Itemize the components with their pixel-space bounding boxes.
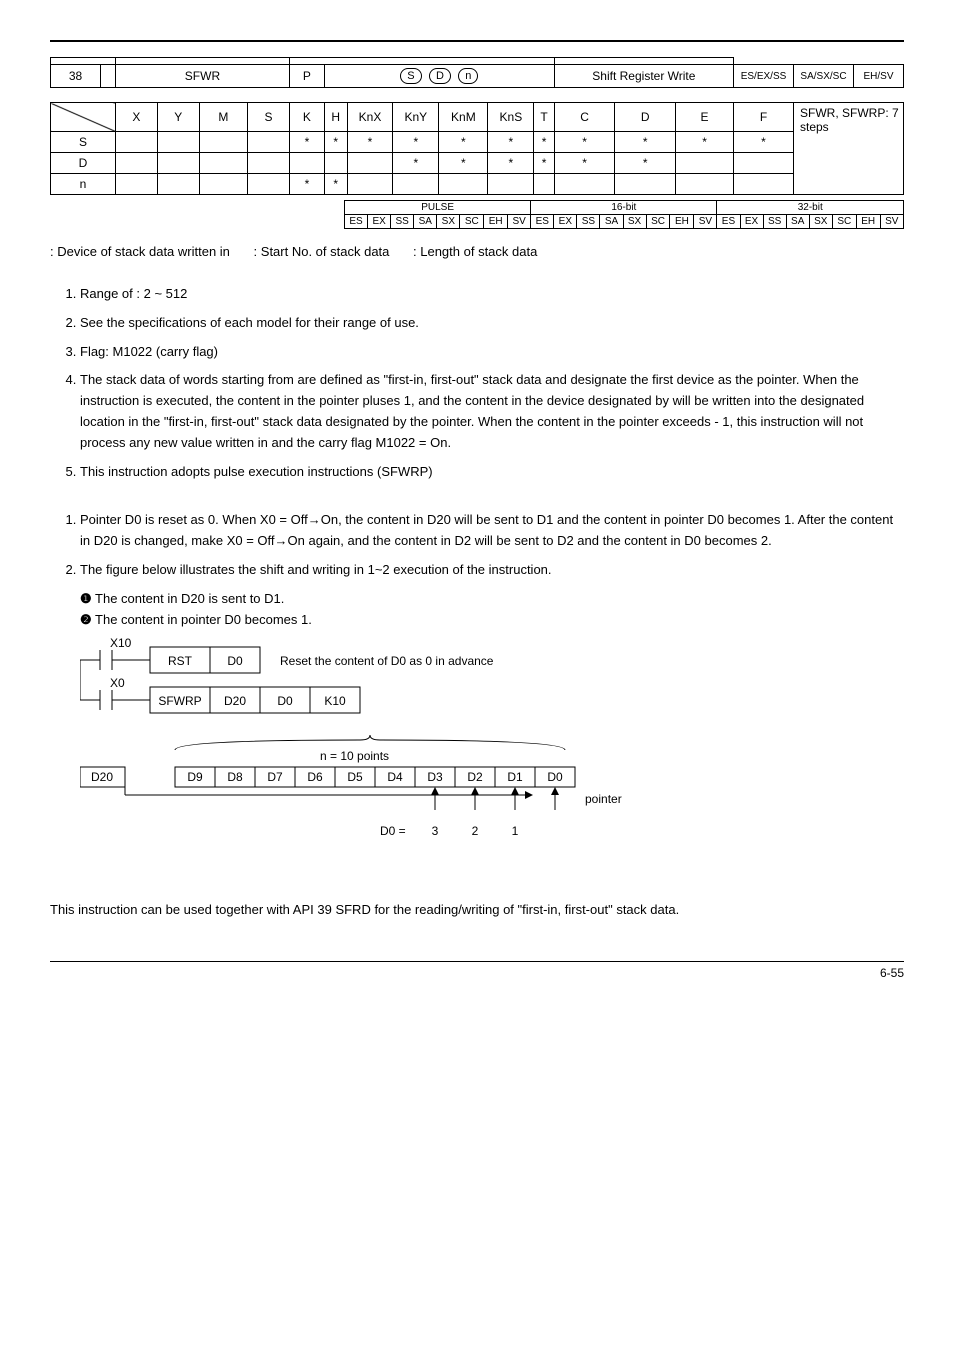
bullet-2: ❷ The content in pointer D0 becomes 1. bbox=[80, 610, 904, 631]
row-D: D ****** bbox=[51, 153, 904, 174]
program-item: Pointer D0 is reset as 0. When X0 = Off→… bbox=[80, 510, 904, 552]
svg-text:D0: D0 bbox=[227, 654, 243, 668]
controller-1: SA/SX/SC bbox=[794, 65, 854, 88]
controller-0: ES/EX/SS bbox=[734, 65, 794, 88]
svg-text:D4: D4 bbox=[387, 770, 403, 784]
steps: SFWR, SFWRP: 7 steps bbox=[794, 103, 904, 195]
bullet-1: ❶ The content in D20 is sent to D1. bbox=[80, 589, 904, 610]
footer: 6-55 bbox=[50, 961, 904, 980]
svg-text:D3: D3 bbox=[427, 770, 443, 784]
svg-text:D5: D5 bbox=[347, 770, 363, 784]
controller-2: EH/SV bbox=[854, 65, 904, 88]
svg-text:D20: D20 bbox=[91, 770, 113, 784]
program-item: The figure below illustrates the shift a… bbox=[80, 560, 904, 581]
svg-text:D20: D20 bbox=[224, 694, 246, 708]
explanations-list: Range of : 2 ~ 512 See the specification… bbox=[50, 284, 904, 482]
svg-text:X10: X10 bbox=[110, 636, 132, 650]
mnemonic: SFWR bbox=[116, 65, 290, 88]
svg-text:D8: D8 bbox=[227, 770, 243, 784]
explanation-item: Flag: M1022 (carry flag) bbox=[80, 342, 904, 363]
top-rule bbox=[50, 40, 904, 42]
svg-text:3: 3 bbox=[432, 824, 439, 838]
svg-text:D0 =: D0 = bbox=[380, 824, 406, 838]
remark: This instruction can be used together wi… bbox=[50, 900, 904, 921]
p-flag: P bbox=[289, 65, 324, 88]
svg-text:pointer: pointer bbox=[585, 792, 622, 806]
api-number: 38 bbox=[51, 65, 101, 88]
instruction-table: 38 SFWR P S D n Shift Register Write ES/… bbox=[50, 57, 904, 195]
svg-text:D2: D2 bbox=[467, 770, 483, 784]
svg-text:D6: D6 bbox=[307, 770, 323, 784]
row-n: n ** bbox=[51, 174, 904, 195]
svg-text:D9: D9 bbox=[187, 770, 203, 784]
bits-table: PULSE 16-bit 32-bit ESEXSSSASXSCEHSV ESE… bbox=[344, 200, 904, 229]
explanation-item: This instruction adopts pulse execution … bbox=[80, 462, 904, 483]
row-S: S *********** bbox=[51, 132, 904, 153]
bit-device-header-row: XYMS KHKnXKnY KnMKnSTC DEF SFWR, SFWRP: … bbox=[51, 103, 904, 132]
program-example-list: Pointer D0 is reset as 0. When X0 = Off→… bbox=[50, 510, 904, 580]
page-number: 6-55 bbox=[880, 966, 904, 980]
explanation-item: See the specifications of each model for… bbox=[80, 313, 904, 334]
operands-line: : Device of stack data written in : Star… bbox=[50, 244, 904, 259]
svg-text:D7: D7 bbox=[267, 770, 283, 784]
svg-text:D0: D0 bbox=[277, 694, 293, 708]
svg-text:K10: K10 bbox=[324, 694, 346, 708]
svg-text:RST: RST bbox=[168, 654, 193, 668]
function-name: Shift Register Write bbox=[554, 65, 733, 88]
svg-text:X0: X0 bbox=[110, 676, 125, 690]
svg-text:1: 1 bbox=[512, 824, 519, 838]
svg-text:SFWRP: SFWRP bbox=[158, 694, 201, 708]
svg-text:D1: D1 bbox=[507, 770, 523, 784]
ladder-diagram: X10 RST D0 Reset the content of D0 as 0 … bbox=[80, 635, 700, 875]
explanation-item: Range of : 2 ~ 512 bbox=[80, 284, 904, 305]
svg-text:n = 10 points: n = 10 points bbox=[320, 749, 389, 763]
operand-ovals: S D n bbox=[324, 65, 554, 88]
svg-text:D0: D0 bbox=[547, 770, 563, 784]
svg-text:Reset the content of D0 as 0 i: Reset the content of D0 as 0 in advance bbox=[280, 654, 494, 668]
explanation-item: The stack data of words starting from ar… bbox=[80, 370, 904, 453]
svg-text:2: 2 bbox=[472, 824, 479, 838]
